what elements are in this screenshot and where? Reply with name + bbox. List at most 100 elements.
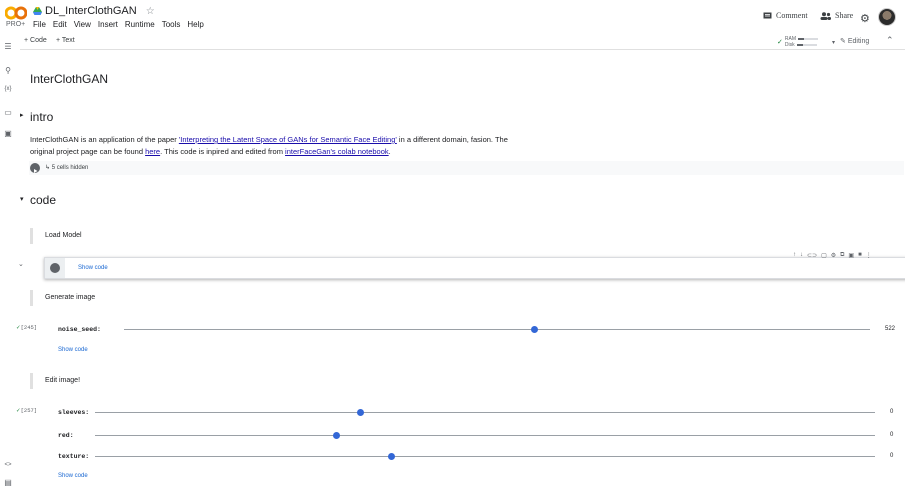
- show-code-link[interactable]: Show code: [78, 265, 108, 271]
- title-area: DL_InterClothGAN ☆: [33, 5, 155, 17]
- editing-mode-button[interactable]: ✎ Editing: [840, 37, 869, 45]
- noise-seed-slider[interactable]: [124, 329, 870, 330]
- colab-notebook-link[interactable]: interFaceGan's colab notebook: [285, 147, 389, 156]
- run-icon[interactable]: [50, 263, 60, 273]
- red-label: red:: [58, 432, 74, 439]
- show-code-link[interactable]: Show code: [58, 473, 88, 479]
- left-rail: ☰ ⚲ {x} ▭ ▣ <> ▤: [0, 34, 16, 493]
- app-header: PRO+ DL_InterClothGAN ☆ File Edit View I…: [0, 0, 905, 34]
- text-cell-bar: [30, 290, 33, 306]
- people-icon: [820, 11, 831, 20]
- intro-text-part: in a different domain, fasion. The: [396, 135, 508, 144]
- comment-icon: [763, 12, 772, 18]
- settings-icon[interactable]: ⚙: [831, 252, 836, 259]
- sleeves-value: 0: [890, 409, 894, 415]
- comment-button[interactable]: Comment: [763, 11, 808, 20]
- red-slider[interactable]: [95, 435, 875, 436]
- connected-check-icon: ✓: [777, 39, 783, 46]
- intro-text-part: InterClothGAN is an application of the p…: [30, 135, 179, 144]
- chevron-up-icon[interactable]: ⌃: [886, 35, 894, 46]
- texture-label: texture:: [58, 453, 90, 460]
- red-slider-knob[interactable]: [333, 432, 341, 439]
- noise-seed-value: 522: [885, 326, 896, 332]
- notebook-heading: InterClothGAN: [30, 72, 109, 86]
- editing-label: Editing: [847, 38, 870, 45]
- sleeves-slider[interactable]: [95, 412, 875, 413]
- comment-cell-icon[interactable]: ▢: [821, 252, 827, 259]
- expand-intro-icon[interactable]: ▸: [20, 111, 24, 119]
- search-icon[interactable]: ⚲: [3, 66, 13, 75]
- code-heading: code: [30, 193, 57, 207]
- edit-image-text: Edit image!: [45, 377, 81, 384]
- more-icon[interactable]: ⋮: [866, 252, 872, 259]
- play-icon[interactable]: [30, 163, 40, 173]
- arrow-up-icon[interactable]: ↑: [793, 252, 796, 258]
- menu-view[interactable]: View: [74, 20, 91, 29]
- hidden-cells-row[interactable]: ↳ 5 cells hidden: [29, 161, 904, 175]
- texture-slider-knob[interactable]: [387, 453, 395, 460]
- intro-heading: intro: [30, 110, 54, 124]
- add-text-button[interactable]: + Text: [56, 37, 75, 44]
- menu-tools[interactable]: Tools: [162, 20, 181, 29]
- gear-icon[interactable]: ⚙: [860, 12, 870, 25]
- resource-monitor[interactable]: ✓ RAM Disk ▾: [777, 35, 849, 49]
- collapse-cell-icon[interactable]: ⌄: [18, 260, 24, 268]
- mirror-icon[interactable]: ⧉: [840, 252, 844, 259]
- share-button[interactable]: Share: [820, 11, 853, 20]
- disk-label: Disk: [784, 42, 795, 48]
- texture-slider[interactable]: [95, 456, 875, 457]
- pro-label: PRO+: [6, 21, 26, 28]
- noise-seed-slider-knob[interactable]: [530, 326, 538, 333]
- red-value: 0: [890, 432, 894, 438]
- variables-icon[interactable]: {x}: [3, 86, 13, 92]
- menu-edit[interactable]: Edit: [53, 20, 67, 29]
- paper-link[interactable]: 'Interpreting the Latent Space of GANs f…: [179, 135, 397, 144]
- intro-text-part: original project page can be found: [30, 147, 146, 156]
- collapse-code-icon[interactable]: ▾: [20, 195, 24, 203]
- copy-icon[interactable]: ▣: [848, 252, 854, 259]
- secrets-icon[interactable]: ▣: [3, 129, 13, 138]
- menu-insert[interactable]: Insert: [98, 20, 118, 29]
- intro-text-part: . This code is inpired and edited from: [160, 147, 286, 156]
- drive-icon: [33, 7, 42, 15]
- colab-logo[interactable]: [5, 6, 27, 20]
- intro-text: InterClothGAN is an application of the p…: [30, 134, 530, 158]
- intro-text-part: .: [388, 147, 391, 156]
- toc-icon[interactable]: ☰: [3, 42, 13, 51]
- star-icon[interactable]: ☆: [146, 6, 155, 17]
- menu-help[interactable]: Help: [187, 20, 203, 29]
- chevron-down-icon[interactable]: ▾: [832, 39, 835, 46]
- notebook-title[interactable]: DL_InterClothGAN: [45, 5, 137, 17]
- terminal-icon[interactable]: ▤: [3, 478, 13, 487]
- run-cell-area[interactable]: [45, 258, 65, 278]
- code-snippets-icon[interactable]: <>: [3, 462, 13, 468]
- project-page-link[interactable]: here: [145, 147, 160, 156]
- comment-label: Comment: [776, 11, 808, 20]
- text-cell-bar: [30, 373, 33, 389]
- cell-toolbar: ↑ ↓ ⊂⊃ ▢ ⚙ ⧉ ▣ ■ ⋮: [793, 250, 891, 260]
- text-cell-bar: [30, 228, 33, 244]
- noise-seed-label: noise_seed:: [58, 326, 101, 333]
- avatar[interactable]: [878, 8, 896, 26]
- notebook-toolbar: + Code + Text ✓ RAM Disk ▾ ✎ Editing ⌃: [20, 34, 905, 50]
- notebook-content: InterClothGAN ▸ intro InterClothGAN is a…: [16, 50, 905, 493]
- load-model-cell[interactable]: Show code: [44, 257, 905, 279]
- sleeves-slider-knob[interactable]: [356, 409, 364, 416]
- sleeves-label: sleeves:: [58, 409, 90, 416]
- exec-count-label: [245]: [20, 324, 38, 331]
- load-model-text: Load Model: [45, 232, 82, 239]
- delete-icon[interactable]: ■: [858, 252, 862, 258]
- link-icon[interactable]: ⊂⊃: [807, 252, 817, 259]
- share-label: Share: [835, 11, 854, 20]
- exec-count: ✓[245]: [16, 324, 37, 331]
- arrow-down-icon[interactable]: ↓: [800, 252, 803, 258]
- show-code-link[interactable]: Show code: [58, 347, 88, 353]
- generate-image-text: Generate image: [45, 294, 96, 301]
- disk-meter: [796, 44, 817, 46]
- folder-icon[interactable]: ▭: [3, 108, 13, 117]
- add-code-button[interactable]: + Code: [24, 37, 47, 44]
- menu-runtime[interactable]: Runtime: [125, 20, 155, 29]
- menu-file[interactable]: File: [33, 20, 46, 29]
- pencil-icon: ✎: [840, 38, 846, 45]
- hidden-cells-label: ↳ 5 cells hidden: [45, 165, 89, 171]
